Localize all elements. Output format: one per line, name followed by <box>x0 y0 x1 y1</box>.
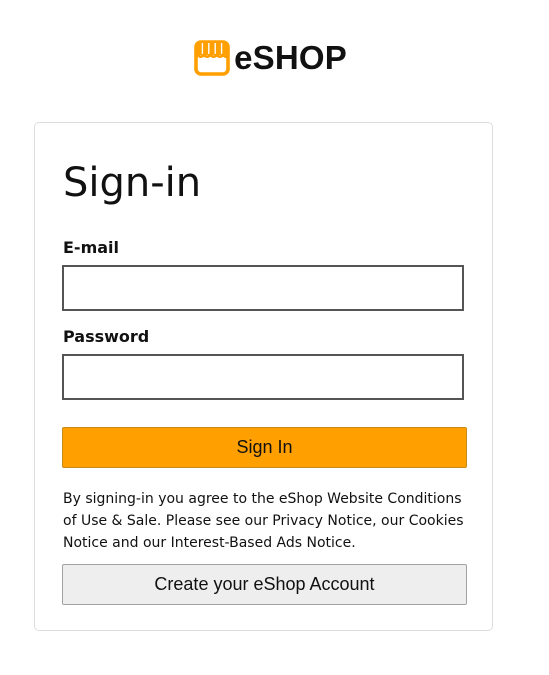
signin-card: Sign-in E-mail Password Sign In By signi… <box>34 122 493 631</box>
terms-text: By signing-in you agree to the eShop Web… <box>63 491 464 551</box>
password-field[interactable] <box>62 354 464 400</box>
email-label: E-mail <box>63 238 120 257</box>
logo-link[interactable]: eSHOP <box>192 38 347 78</box>
storefront-icon <box>194 40 230 76</box>
create-account-button[interactable]: Create your eShop Account <box>62 564 467 605</box>
signin-button[interactable]: Sign In <box>62 427 467 468</box>
brand-name: eSHOP <box>234 39 347 76</box>
password-label: Password <box>63 327 150 346</box>
page-title: Sign-in <box>63 160 202 206</box>
email-field[interactable] <box>62 265 464 311</box>
header-logo[interactable]: eSHOP <box>0 38 549 78</box>
